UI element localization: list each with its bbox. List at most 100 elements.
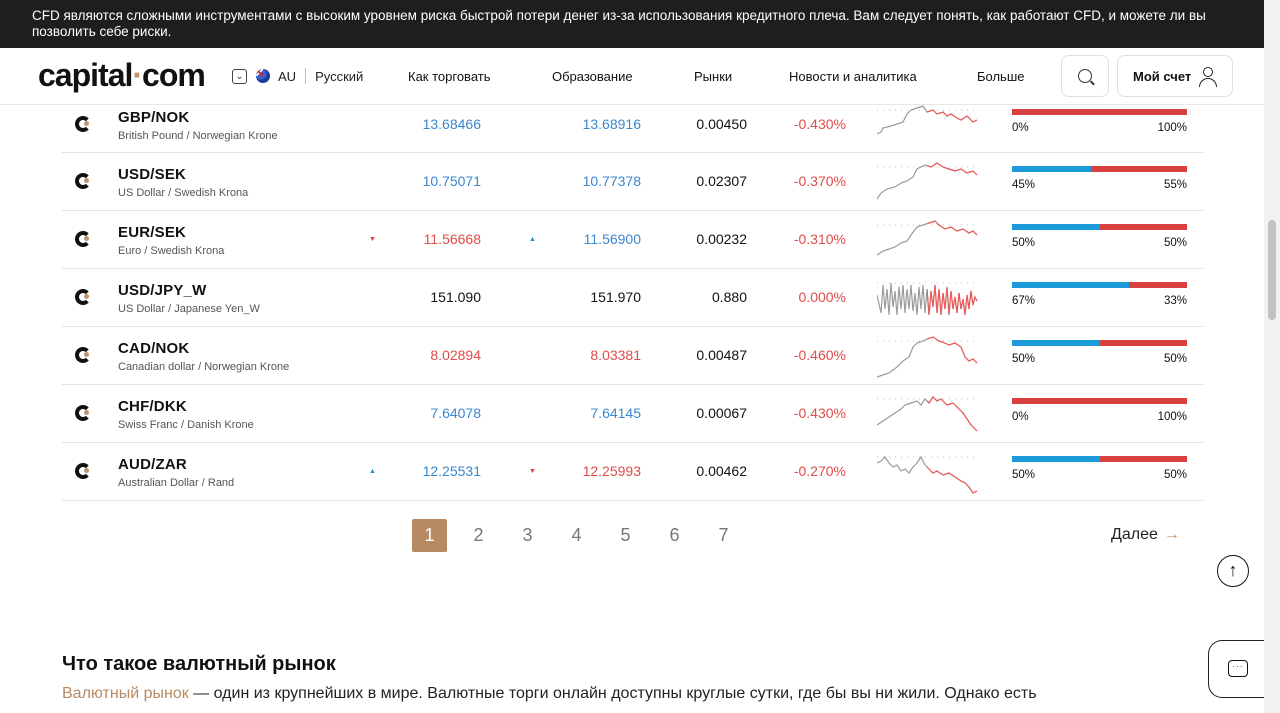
next-label: Далее: [1111, 526, 1158, 543]
nav-more[interactable]: Больше: [977, 69, 1025, 84]
language-label[interactable]: Русский: [315, 69, 363, 84]
search-button[interactable]: [1061, 55, 1109, 97]
sparkline-recent: [877, 457, 977, 493]
sellers-fill: [1099, 224, 1187, 230]
sentiment-bar: 67% 33%: [1012, 282, 1187, 307]
sell-arrow-down-icon: ▼: [369, 236, 376, 243]
sparkline-past: [877, 455, 978, 494]
sellers-percent: 100%: [1157, 122, 1187, 134]
account-label: Мой счет: [1133, 69, 1192, 84]
instrument-symbol[interactable]: CAD/NOK: [118, 340, 189, 357]
next-page-link[interactable]: Далее →: [1111, 526, 1180, 544]
user-icon: [1199, 67, 1217, 87]
instrument-description: Swiss Franc / Danish Krone: [118, 419, 254, 431]
instrument-symbol[interactable]: CHF/DKK: [118, 398, 187, 415]
sell-price[interactable]: 11.56668: [424, 231, 481, 247]
buy-price[interactable]: 8.03381: [590, 347, 641, 363]
page-button-2[interactable]: 2: [461, 519, 496, 552]
page-button-5[interactable]: 5: [608, 519, 643, 552]
buyers-fill: [1012, 456, 1100, 462]
price-sparkline: [877, 105, 979, 135]
buy-arrow-up-icon: ▲: [529, 236, 536, 243]
buy-price[interactable]: 13.68916: [583, 116, 641, 132]
change-percent: 0.000%: [798, 289, 846, 305]
logo-dot: [84, 236, 89, 241]
instrument-description: Australian Dollar / Rand: [118, 477, 235, 489]
buy-price[interactable]: 11.56900: [584, 231, 641, 247]
nav-how-to-trade[interactable]: Как торговать: [408, 69, 491, 84]
logo-dot: [84, 468, 89, 473]
buy-price[interactable]: 12.25993: [583, 463, 641, 479]
logo-dot: [84, 294, 89, 299]
capital-logo-icon: [75, 347, 91, 363]
buy-price[interactable]: 7.64145: [590, 405, 641, 421]
instrument-description: US Dollar / Swedish Krona: [118, 187, 249, 199]
sell-price[interactable]: 13.68466: [423, 116, 481, 132]
page-button-3[interactable]: 3: [510, 519, 545, 552]
sell-price[interactable]: 7.64078: [430, 405, 481, 421]
scrollbar[interactable]: [1264, 0, 1280, 713]
instrument-description: Euro / Swedish Krona: [118, 245, 225, 257]
paragraph-text: — один из крупнейших в мире. Валютные то…: [188, 685, 1037, 702]
change-percent: -0.430%: [793, 116, 846, 132]
instrument-symbol[interactable]: USD/SEK: [118, 166, 186, 183]
sellers-percent: 55%: [1163, 179, 1187, 191]
sell-price[interactable]: 8.02894: [430, 347, 481, 363]
market-row[interactable]: CAD/NOK Canadian dollar / Norwegian Kron…: [62, 327, 1203, 385]
page-button-7[interactable]: 7: [706, 519, 741, 552]
spread-value: 0.00462: [696, 463, 747, 479]
sentiment-track: [1012, 282, 1187, 288]
sell-price[interactable]: 10.75071: [423, 173, 481, 189]
spread-value: 0.00487: [696, 347, 747, 363]
my-account-button[interactable]: Мой счет: [1117, 55, 1233, 97]
price-sparkline: [877, 282, 979, 316]
market-row[interactable]: USD/JPY_W US Dollar / Japanese Yen_W 151…: [62, 269, 1203, 327]
page-button-1[interactable]: 1: [412, 519, 447, 552]
instrument-symbol[interactable]: GBP/NOK: [118, 109, 189, 126]
sellers-fill: [1099, 456, 1187, 462]
spread-value: 0.00067: [696, 405, 747, 421]
page-button-4[interactable]: 4: [559, 519, 594, 552]
logo[interactable]: capital·com: [38, 57, 206, 94]
instrument-symbol[interactable]: AUD/ZAR: [118, 456, 187, 473]
market-row[interactable]: USD/SEK US Dollar / Swedish Krona 10.750…: [62, 153, 1203, 211]
spread-value: 0.02307: [696, 173, 747, 189]
price-sparkline: [877, 220, 979, 256]
arrow-right-icon: →: [1163, 526, 1180, 543]
market-row[interactable]: CHF/DKK Swiss Franc / Danish Krone 7.640…: [62, 385, 1203, 443]
instrument-symbol[interactable]: EUR/SEK: [118, 224, 186, 241]
buy-price[interactable]: 151.970: [590, 289, 641, 305]
site-header: capital·com ⌄ AU Русский Как торговать О…: [0, 48, 1264, 105]
search-icon-handle: [1090, 80, 1095, 86]
sellers-percent: 50%: [1163, 237, 1187, 249]
instrument-symbol[interactable]: USD/JPY_W: [118, 282, 207, 299]
arrow-up-icon: ↑: [1228, 560, 1238, 580]
chat-button[interactable]: ···: [1208, 640, 1272, 698]
sparkline-past: [877, 162, 978, 200]
region-language-selector[interactable]: ⌄ AU Русский: [232, 68, 363, 84]
market-row[interactable]: AUD/ZAR Australian Dollar / Rand ▲ 12.25…: [62, 443, 1203, 501]
sentiment-bar: 0% 100%: [1012, 398, 1187, 423]
buyers-fill: [1012, 282, 1130, 288]
scroll-to-top-button[interactable]: ↑: [1217, 555, 1249, 587]
instrument-description: US Dollar / Japanese Yen_W: [118, 303, 260, 315]
buy-price[interactable]: 10.77378: [583, 173, 641, 189]
sell-price[interactable]: 151.090: [430, 289, 481, 305]
nav-education[interactable]: Образование: [552, 69, 633, 84]
sellers-fill: [1012, 398, 1187, 404]
nav-markets[interactable]: Рынки: [694, 69, 732, 84]
sentiment-track: [1012, 398, 1187, 404]
forex-market-link[interactable]: Валютный рынок: [62, 685, 189, 702]
scrollbar-thumb[interactable]: [1268, 220, 1276, 320]
region-code[interactable]: AU: [278, 69, 296, 84]
sell-price[interactable]: 12.25531: [423, 463, 481, 479]
nav-news-analytics[interactable]: Новости и аналитика: [789, 69, 917, 84]
buy-arrow-down-icon: ▼: [529, 468, 536, 475]
page-button-6[interactable]: 6: [657, 519, 692, 552]
chevron-down-icon[interactable]: ⌄: [232, 68, 247, 84]
sparkline-recent: [877, 163, 977, 199]
buyers-fill: [1012, 166, 1091, 172]
logo-dot: ·: [132, 57, 143, 93]
market-row[interactable]: EUR/SEK Euro / Swedish Krona ▼ 11.56668 …: [62, 211, 1203, 269]
capital-logo-icon: [75, 173, 91, 189]
